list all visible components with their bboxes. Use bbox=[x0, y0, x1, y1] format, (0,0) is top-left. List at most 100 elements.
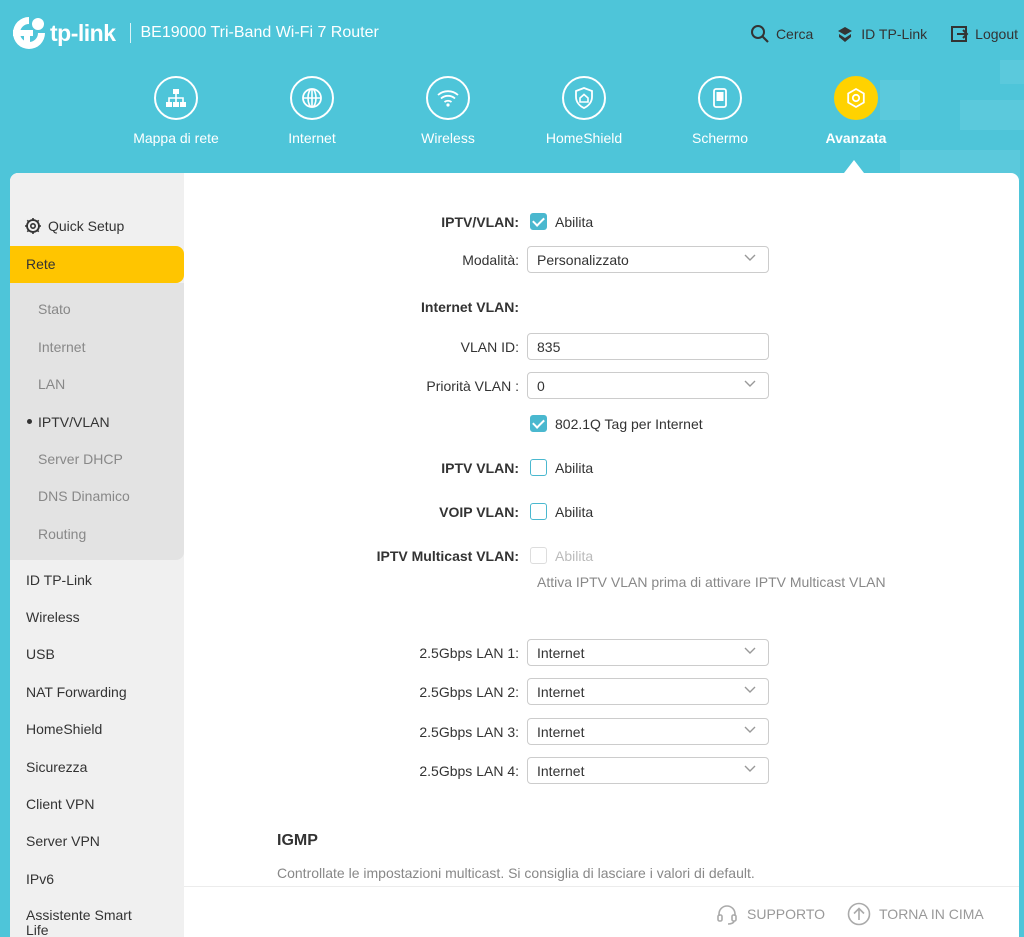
lan2-value: Internet bbox=[537, 684, 585, 700]
back-to-top-link[interactable]: TORNA IN CIMA bbox=[847, 902, 984, 926]
tag-8021q-label: 802.1Q Tag per Internet bbox=[555, 416, 703, 432]
iptv-vlan2-checkbox-label: Abilita bbox=[555, 460, 594, 476]
nav-icon-circle bbox=[562, 76, 606, 120]
quick-setup-gear-icon bbox=[25, 218, 41, 234]
sidebar-item-tplink-id[interactable]: ID TP-Link bbox=[26, 572, 92, 588]
vlan-priority-value: 0 bbox=[537, 378, 545, 394]
sidebar-subitem-dns-dinamico[interactable]: DNS Dinamico bbox=[38, 488, 130, 504]
vlan-id-value: 835 bbox=[537, 339, 561, 355]
iptv-vlan2-label: IPTV VLAN: bbox=[441, 460, 519, 476]
sidebar-item-smart-life[interactable]: Assistente Smart Life bbox=[26, 908, 156, 937]
sidebar-subitem-stato[interactable]: Stato bbox=[38, 301, 71, 317]
support-label: SUPPORTO bbox=[747, 906, 826, 922]
igmp-description: Controllate le impostazioni multicast. S… bbox=[277, 865, 755, 881]
mode-label: Modalità: bbox=[462, 252, 519, 268]
header: tp-link BE19000 Tri-Band Wi-Fi 7 Router … bbox=[0, 0, 1024, 180]
iptv-vlan-checkbox[interactable] bbox=[530, 213, 547, 230]
igmp-title: IGMP bbox=[277, 832, 318, 849]
lan3-value: Internet bbox=[537, 724, 585, 740]
lan4-value: Internet bbox=[537, 763, 585, 779]
support-link[interactable]: SUPPORTO bbox=[715, 902, 825, 926]
iptv-vlan-label: IPTV/VLAN: bbox=[441, 214, 519, 230]
nav-icon-circle bbox=[698, 76, 742, 120]
iptv-vlan-checkbox-label: Abilita bbox=[555, 214, 594, 230]
sidebar-item-sicurezza[interactable]: Sicurezza bbox=[26, 759, 87, 775]
sidebar-subitem-iptv-vlan[interactable]: IPTV/VLAN bbox=[38, 414, 110, 430]
sidebar-item-usb[interactable]: USB bbox=[26, 646, 55, 662]
logout-button[interactable]: Logout bbox=[949, 24, 1018, 44]
nav-homeshield[interactable]: HomeShield bbox=[516, 76, 652, 146]
chevron-down-icon bbox=[744, 647, 756, 654]
search-button[interactable]: Cerca bbox=[750, 24, 813, 44]
vlan-priority-select[interactable]: 0 bbox=[527, 372, 769, 399]
nav-network-map[interactable]: Mappa di rete bbox=[108, 76, 244, 146]
lan2-select[interactable]: Internet bbox=[527, 678, 769, 705]
nav-advanced[interactable]: Avanzata bbox=[788, 76, 924, 146]
sidebar-item-label: Quick Setup bbox=[48, 218, 125, 234]
sidebar-subitem-internet[interactable]: Internet bbox=[38, 339, 85, 355]
tplink-id-icon bbox=[838, 27, 853, 42]
search-label: Cerca bbox=[775, 26, 814, 42]
homeshield-icon bbox=[575, 87, 593, 109]
sidebar-subitem-routing[interactable]: Routing bbox=[38, 526, 86, 542]
tplink-id-button[interactable]: ID TP-Link bbox=[835, 24, 927, 44]
iptv-vlan2-checkbox[interactable] bbox=[530, 459, 547, 476]
internet-vlan-label: Internet VLAN: bbox=[421, 299, 519, 315]
arrow-up-circle-icon bbox=[847, 902, 871, 926]
sidebar-item-server-vpn[interactable]: Server VPN bbox=[26, 833, 100, 849]
back-to-top-label: TORNA IN CIMA bbox=[879, 906, 984, 922]
network-map-icon bbox=[166, 89, 186, 107]
nav-label: Internet bbox=[288, 130, 336, 146]
nav-screen[interactable]: Schermo bbox=[652, 76, 788, 146]
lan4-select[interactable]: Internet bbox=[527, 757, 769, 784]
sidebar-subitem-server-dhcp[interactable]: Server DHCP bbox=[38, 451, 123, 467]
nav-icon-circle bbox=[290, 76, 334, 120]
chevron-down-icon bbox=[744, 765, 756, 772]
sidebar-item-ipv6[interactable]: IPv6 bbox=[26, 871, 54, 887]
globe-icon bbox=[302, 88, 322, 108]
multicast-vlan-checkbox-label: Abilita bbox=[555, 548, 594, 564]
footer: SUPPORTO TORNA IN CIMA bbox=[184, 886, 1019, 937]
mode-select-value: Personalizzato bbox=[537, 252, 629, 268]
nav-icon-circle bbox=[834, 76, 878, 120]
lan4-label: 2.5Gbps LAN 4: bbox=[419, 763, 519, 779]
sidebar-item-nat-forwarding[interactable]: NAT Forwarding bbox=[26, 684, 127, 700]
active-nav-pointer bbox=[844, 160, 864, 173]
mode-select[interactable]: Personalizzato bbox=[527, 246, 769, 273]
vlan-id-label: VLAN ID: bbox=[460, 339, 519, 355]
logout-icon bbox=[951, 26, 969, 42]
lan3-label: 2.5Gbps LAN 3: bbox=[419, 724, 519, 740]
logo-separator bbox=[129, 23, 131, 43]
search-icon bbox=[750, 25, 769, 43]
nav-internet[interactable]: Internet bbox=[244, 76, 380, 146]
lan1-value: Internet bbox=[537, 645, 585, 661]
sidebar-subitem-lan[interactable]: LAN bbox=[38, 376, 65, 392]
main-card: Quick Setup Rete Stato Internet LAN IPTV… bbox=[10, 173, 1019, 937]
sidebar-item-quick-setup[interactable]: Quick Setup bbox=[24, 217, 124, 235]
nav-label: HomeShield bbox=[545, 130, 623, 146]
nav-label: Wireless bbox=[421, 130, 475, 146]
router-model: BE19000 Tri-Band Wi-Fi 7 Router bbox=[140, 24, 379, 41]
chevron-down-icon bbox=[744, 254, 756, 261]
lan3-select[interactable]: Internet bbox=[527, 718, 769, 745]
chevron-down-icon bbox=[744, 726, 756, 733]
logout-label: Logout bbox=[975, 26, 1018, 42]
lan1-label: 2.5Gbps LAN 1: bbox=[419, 645, 519, 661]
lan1-select[interactable]: Internet bbox=[527, 639, 769, 666]
vlan-id-input[interactable]: 835 bbox=[527, 333, 769, 360]
nav-wireless[interactable]: Wireless bbox=[380, 76, 516, 146]
sidebar-item-client-vpn[interactable]: Client VPN bbox=[26, 796, 94, 812]
tag-8021q-checkbox[interactable] bbox=[530, 415, 547, 432]
top-actions: Cerca ID TP-Link Logout bbox=[750, 24, 1018, 44]
nav-label: Avanzata bbox=[825, 130, 887, 146]
sidebar-item-wireless[interactable]: Wireless bbox=[26, 609, 80, 625]
voip-vlan-checkbox[interactable] bbox=[530, 503, 547, 520]
multicast-vlan-checkbox[interactable] bbox=[530, 547, 547, 564]
nav-label: Mappa di rete bbox=[133, 130, 219, 146]
tplink-logo[interactable]: tp-link BE19000 Tri-Band Wi-Fi 7 Router bbox=[10, 14, 379, 52]
sidebar-item-homeshield[interactable]: HomeShield bbox=[26, 721, 102, 737]
active-dot bbox=[27, 419, 32, 424]
sidebar-item-rete[interactable]: Rete bbox=[10, 246, 184, 283]
vlan-priority-label: Priorità VLAN : bbox=[426, 378, 519, 394]
decor-block bbox=[1000, 60, 1024, 84]
